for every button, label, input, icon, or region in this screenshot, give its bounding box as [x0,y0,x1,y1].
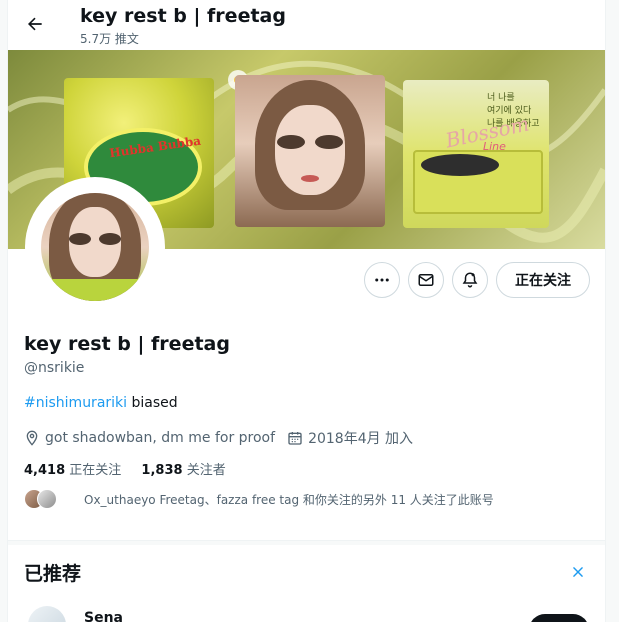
location-pin-icon [26,430,38,446]
portrait-lips [301,175,319,182]
joined-item: 2018年4月 加入 [287,428,413,448]
followers-label: 关注者 [186,463,226,478]
follow-counts: 4,418 正在关注 1,838 关注者 [24,459,242,478]
top-bar: key rest b | freetag 5.7万 推文 [8,0,605,50]
followers-count: 1,838 [141,463,183,478]
notifications-button[interactable] [452,262,488,298]
bio-hashtag-link[interactable]: #nishimurariki [24,395,127,411]
message-button[interactable] [408,262,444,298]
header-post-count: 5.7万 推文 [80,32,139,46]
profile-meta: got shadowban, dm me for proof 2018年4月 加… [24,428,425,448]
turntable-platter [421,154,499,176]
more-dots-icon [375,278,389,282]
location-item: got shadowban, dm me for proof [24,430,275,446]
avatar-photo [41,193,149,301]
mutual-followers-text: Ox_uthaeyo Freetag、fazza free tag 和你关注的另… [84,492,494,507]
bio-text: biased [127,395,178,411]
mutual-avatar-2 [37,489,57,509]
avatar-sunglasses [69,233,121,245]
recommended-follow-button[interactable] [529,614,589,622]
following-count: 4,418 [24,463,66,478]
following-link[interactable]: 4,418 正在关注 [24,463,137,478]
banner-card-turntable: 너 나를 여기에 있다 나를 배웅하고 Blossom Line [403,80,549,228]
profile-bio: #nishimurariki biased [24,395,178,411]
mutual-followers[interactable]: Ox_uthaeyo Freetag、fazza free tag 和你关注的另… [24,489,494,509]
recommended-title: 已推荐 [24,563,82,585]
following-label: 正在关注 [69,463,122,478]
profile-avatar[interactable] [25,177,165,317]
avatar-shirt [41,279,149,301]
recommended-user-name[interactable]: Sena [84,610,123,622]
following-button[interactable]: 正在关注 [496,262,590,298]
calendar-icon [288,432,302,445]
bell-plus-icon [462,272,478,288]
profile-name: key rest b | freetag [24,333,230,355]
followers-link[interactable]: 1,838 关注者 [141,463,241,478]
recommended-dismiss-button[interactable] [568,562,588,582]
section-divider [8,540,605,545]
more-options-button[interactable] [364,262,400,298]
back-arrow-icon [28,17,42,31]
profile-handle: @nsrikie [24,360,85,376]
envelope-icon [418,274,434,286]
joined-text: 2018年4月 加入 [308,431,414,447]
location-text: got shadowban, dm me for proof [45,430,276,446]
header-title: key rest b | freetag [80,5,286,27]
portrait-sunglasses [277,135,343,149]
profile-column: key rest b | freetag 5.7万 推文 Hubba Bubba… [7,0,606,622]
recommended-user-avatar[interactable] [28,606,66,622]
back-button[interactable] [18,7,52,41]
banner-card-portrait [235,75,385,227]
close-icon [573,567,583,577]
